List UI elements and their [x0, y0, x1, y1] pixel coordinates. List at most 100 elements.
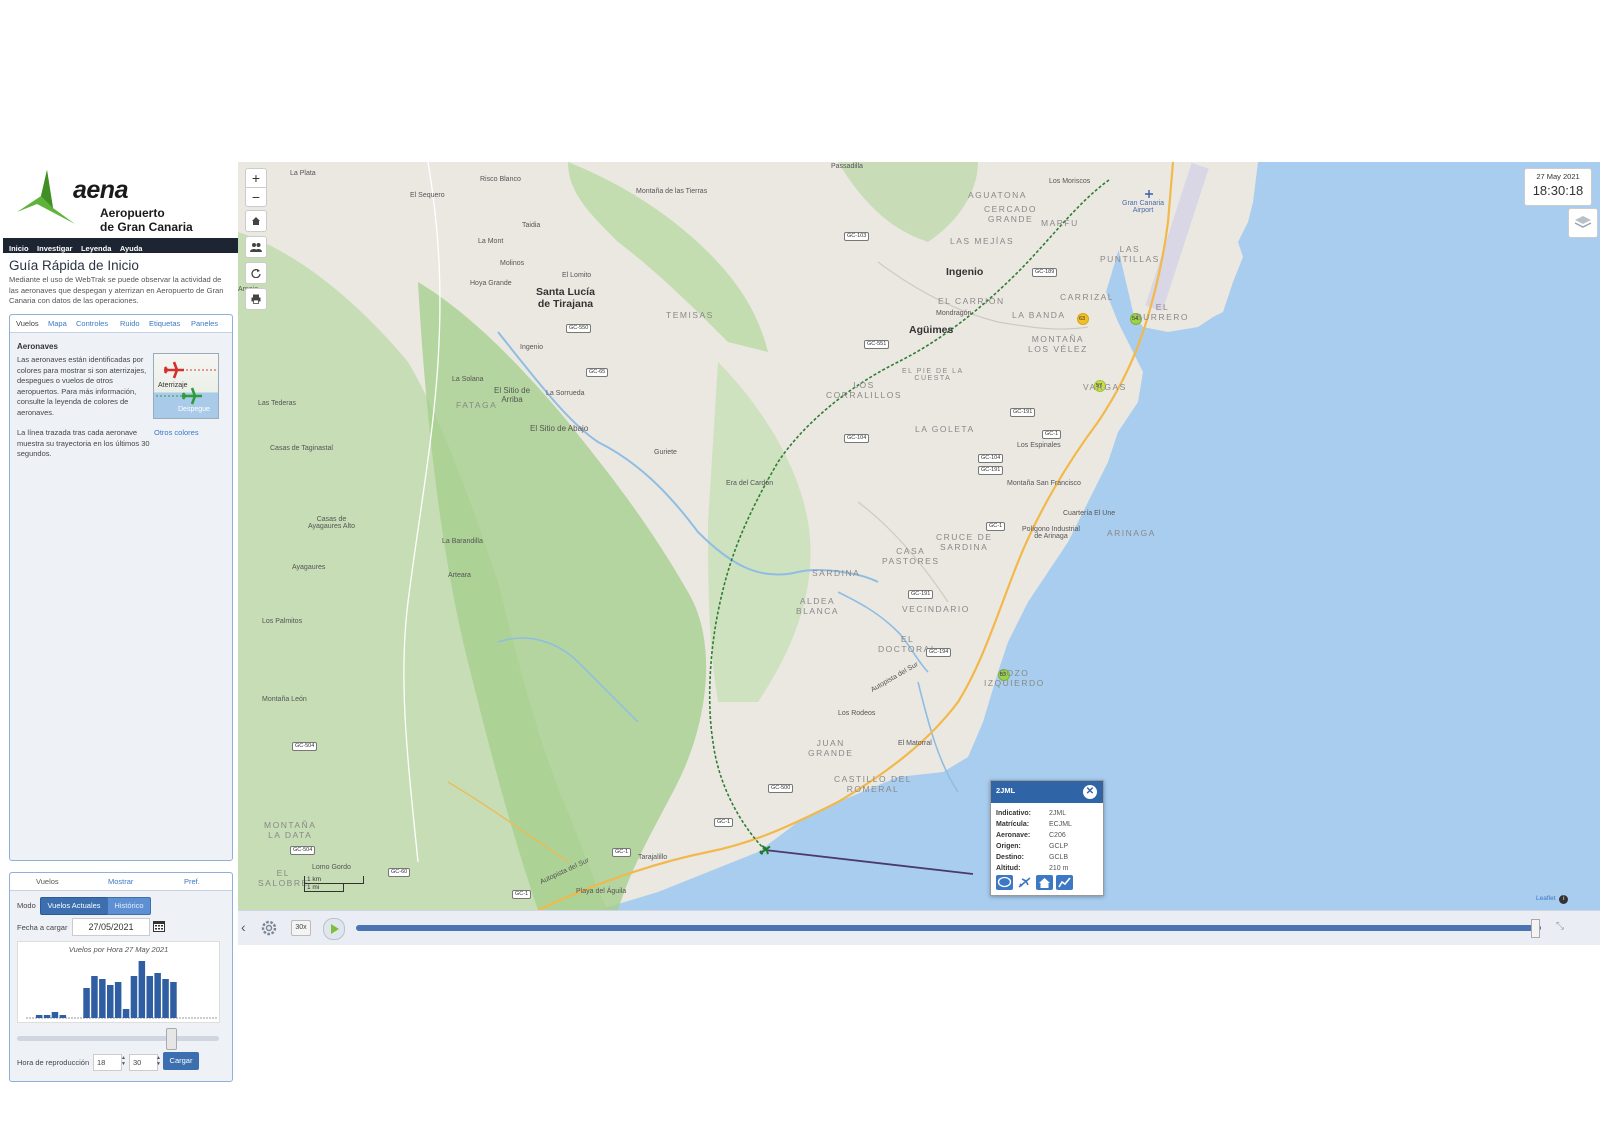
print-button[interactable]	[245, 288, 267, 310]
home-button[interactable]	[245, 210, 267, 232]
histogram-bar	[59, 1015, 67, 1018]
row-key: Destino:	[996, 854, 1024, 861]
zoom-in-button[interactable]: +	[246, 169, 266, 188]
popup-close-button[interactable]: ✕	[1083, 785, 1097, 799]
place-label: Risco Blanco	[480, 176, 521, 183]
tab-ruido[interactable]: Ruido	[120, 319, 140, 328]
place-label: Guriete	[654, 449, 677, 456]
tab-vuelos-ctl[interactable]: Vuelos	[36, 877, 59, 886]
zoom-out-button[interactable]: −	[246, 188, 266, 206]
histogram-bar	[122, 1009, 130, 1018]
histogram-bar	[170, 982, 177, 1018]
place-label: AGUATONA	[968, 190, 1027, 200]
tab-controles[interactable]: Controles	[76, 319, 108, 328]
place-label: Los Moriscos	[1049, 178, 1091, 185]
play-button[interactable]	[323, 918, 345, 940]
noise-monitor[interactable]: 57	[1096, 383, 1102, 389]
historico-button[interactable]: Histórico	[107, 897, 151, 915]
place-label: Mondragón	[936, 310, 972, 317]
attribution-text[interactable]: Leaflet	[1536, 895, 1556, 902]
vuelos-actuales-button[interactable]: Vuelos Actuales	[40, 897, 108, 915]
minute-input[interactable]: 30	[129, 1054, 158, 1071]
tab-vuelos[interactable]: Vuelos	[16, 319, 39, 328]
info-tabs: Vuelos Mapa Controles Ruido Etiquetas Pa…	[10, 315, 232, 333]
nav-inicio[interactable]: Inicio	[9, 241, 29, 256]
row-key: Matrícula:	[996, 821, 1030, 828]
comment-button[interactable]	[996, 875, 1013, 890]
hour-spinner[interactable]: ▲ ▼	[121, 1055, 126, 1067]
place-label: Santa Lucía de Tirajana	[536, 286, 595, 310]
aena-logo[interactable]: aena Aeropuerto de Gran Canaria	[3, 162, 238, 238]
leaflet-attribution[interactable]: Leaflet i	[1536, 895, 1569, 904]
place-label: El Sitio de Arriba	[494, 386, 531, 404]
expand-icon[interactable]: ⤡	[1556, 921, 1564, 932]
top-nav: Inicio Investigar Leyenda Ayuda	[3, 238, 238, 253]
row-value: ECJML	[1049, 821, 1072, 828]
timeline-thumb[interactable]	[1531, 919, 1541, 938]
info-icon[interactable]: i	[1559, 895, 1569, 904]
group-button[interactable]	[245, 236, 267, 258]
histogram-bar	[107, 985, 114, 1018]
airplane-icon	[1018, 877, 1031, 888]
collapse-chevron-icon[interactable]: ‹	[241, 919, 246, 935]
takeoff-label: Despegue	[178, 406, 210, 413]
road-label: GC-504	[292, 742, 318, 751]
place-label: EL BURRERO	[1136, 302, 1190, 322]
layers-button[interactable]	[1568, 208, 1598, 238]
refresh-icon	[251, 269, 261, 279]
zoom-control: + −	[245, 168, 267, 207]
house-icon	[1039, 878, 1050, 888]
tab-mapa[interactable]: Mapa	[48, 319, 67, 328]
place-label: Era del Cardón	[726, 480, 774, 487]
map-view[interactable]: La Plata Risco Blanco El Sequero Montaña…	[238, 162, 1600, 910]
row-key: Altitud:	[996, 865, 1021, 872]
noise-monitor[interactable]: 63	[1079, 316, 1085, 322]
hour-slider-track[interactable]	[17, 1036, 219, 1041]
noise-monitor[interactable]: 54	[1132, 316, 1138, 322]
hour-input[interactable]: 18	[93, 1054, 122, 1071]
place-label: EL PIE DE LA CUESTA	[902, 368, 964, 382]
tab-pref[interactable]: Pref.	[184, 877, 200, 886]
brand-name: aena	[73, 176, 128, 204]
flight-track-button[interactable]	[1016, 875, 1033, 890]
line-chart-icon	[1058, 877, 1071, 888]
place-label: Casas de Taginastal	[270, 445, 333, 452]
hour-slider-thumb[interactable]	[166, 1028, 177, 1050]
cargar-button[interactable]: Cargar	[163, 1052, 199, 1070]
timeline-track[interactable]	[356, 925, 1541, 931]
home-address-button[interactable]	[1036, 875, 1053, 890]
noise-monitor[interactable]: 53	[1000, 672, 1006, 678]
tab-paneles[interactable]: Paneles	[191, 319, 218, 328]
gear-icon[interactable]	[260, 919, 278, 937]
histogram-bar	[91, 976, 98, 1018]
hora-label: Hora de reproducción	[17, 1058, 90, 1067]
road-label: GC-191	[978, 466, 1004, 475]
refresh-button[interactable]	[245, 262, 267, 284]
map-scale: 1 km 1 mi	[304, 876, 364, 892]
nav-investigar[interactable]: Investigar	[37, 241, 72, 256]
play-icon	[331, 924, 339, 934]
altitude-chart-button[interactable]	[1056, 875, 1073, 890]
histogram-bar	[162, 979, 169, 1018]
tab-etiquetas[interactable]: Etiquetas	[149, 319, 180, 328]
row-value: GCLB	[1049, 854, 1069, 861]
road-label: GC-65	[586, 368, 609, 377]
nav-leyenda[interactable]: Leyenda	[81, 241, 111, 256]
road-label: GC-1	[986, 522, 1006, 531]
road-label: GC-1	[612, 848, 632, 857]
flight-popup: 2JML ✕ Indicativo: 2JML Matrícula: ECJML A…	[990, 780, 1104, 896]
place-label: La Solana	[452, 376, 484, 383]
speed-button[interactable]: 30x	[291, 920, 311, 936]
calendar-icon[interactable]	[153, 920, 165, 932]
otros-colores-link[interactable]: Otros colores	[154, 428, 199, 437]
fecha-input[interactable]: 27/05/2021	[72, 918, 150, 936]
histogram-bar	[51, 1012, 59, 1018]
minute-spinner[interactable]: ▲ ▼	[156, 1055, 161, 1067]
clock-date: 27 May 2021	[1536, 172, 1580, 181]
histogram-bar	[130, 976, 138, 1018]
brand-subtitle-line2: de Gran Canaria	[100, 220, 193, 234]
nav-ayuda[interactable]: Ayuda	[120, 241, 143, 256]
popup-row-aeronave: Aeronave: C206	[996, 831, 1066, 840]
tab-mostrar[interactable]: Mostrar	[108, 877, 133, 886]
place-label: El Matorral	[898, 740, 932, 747]
